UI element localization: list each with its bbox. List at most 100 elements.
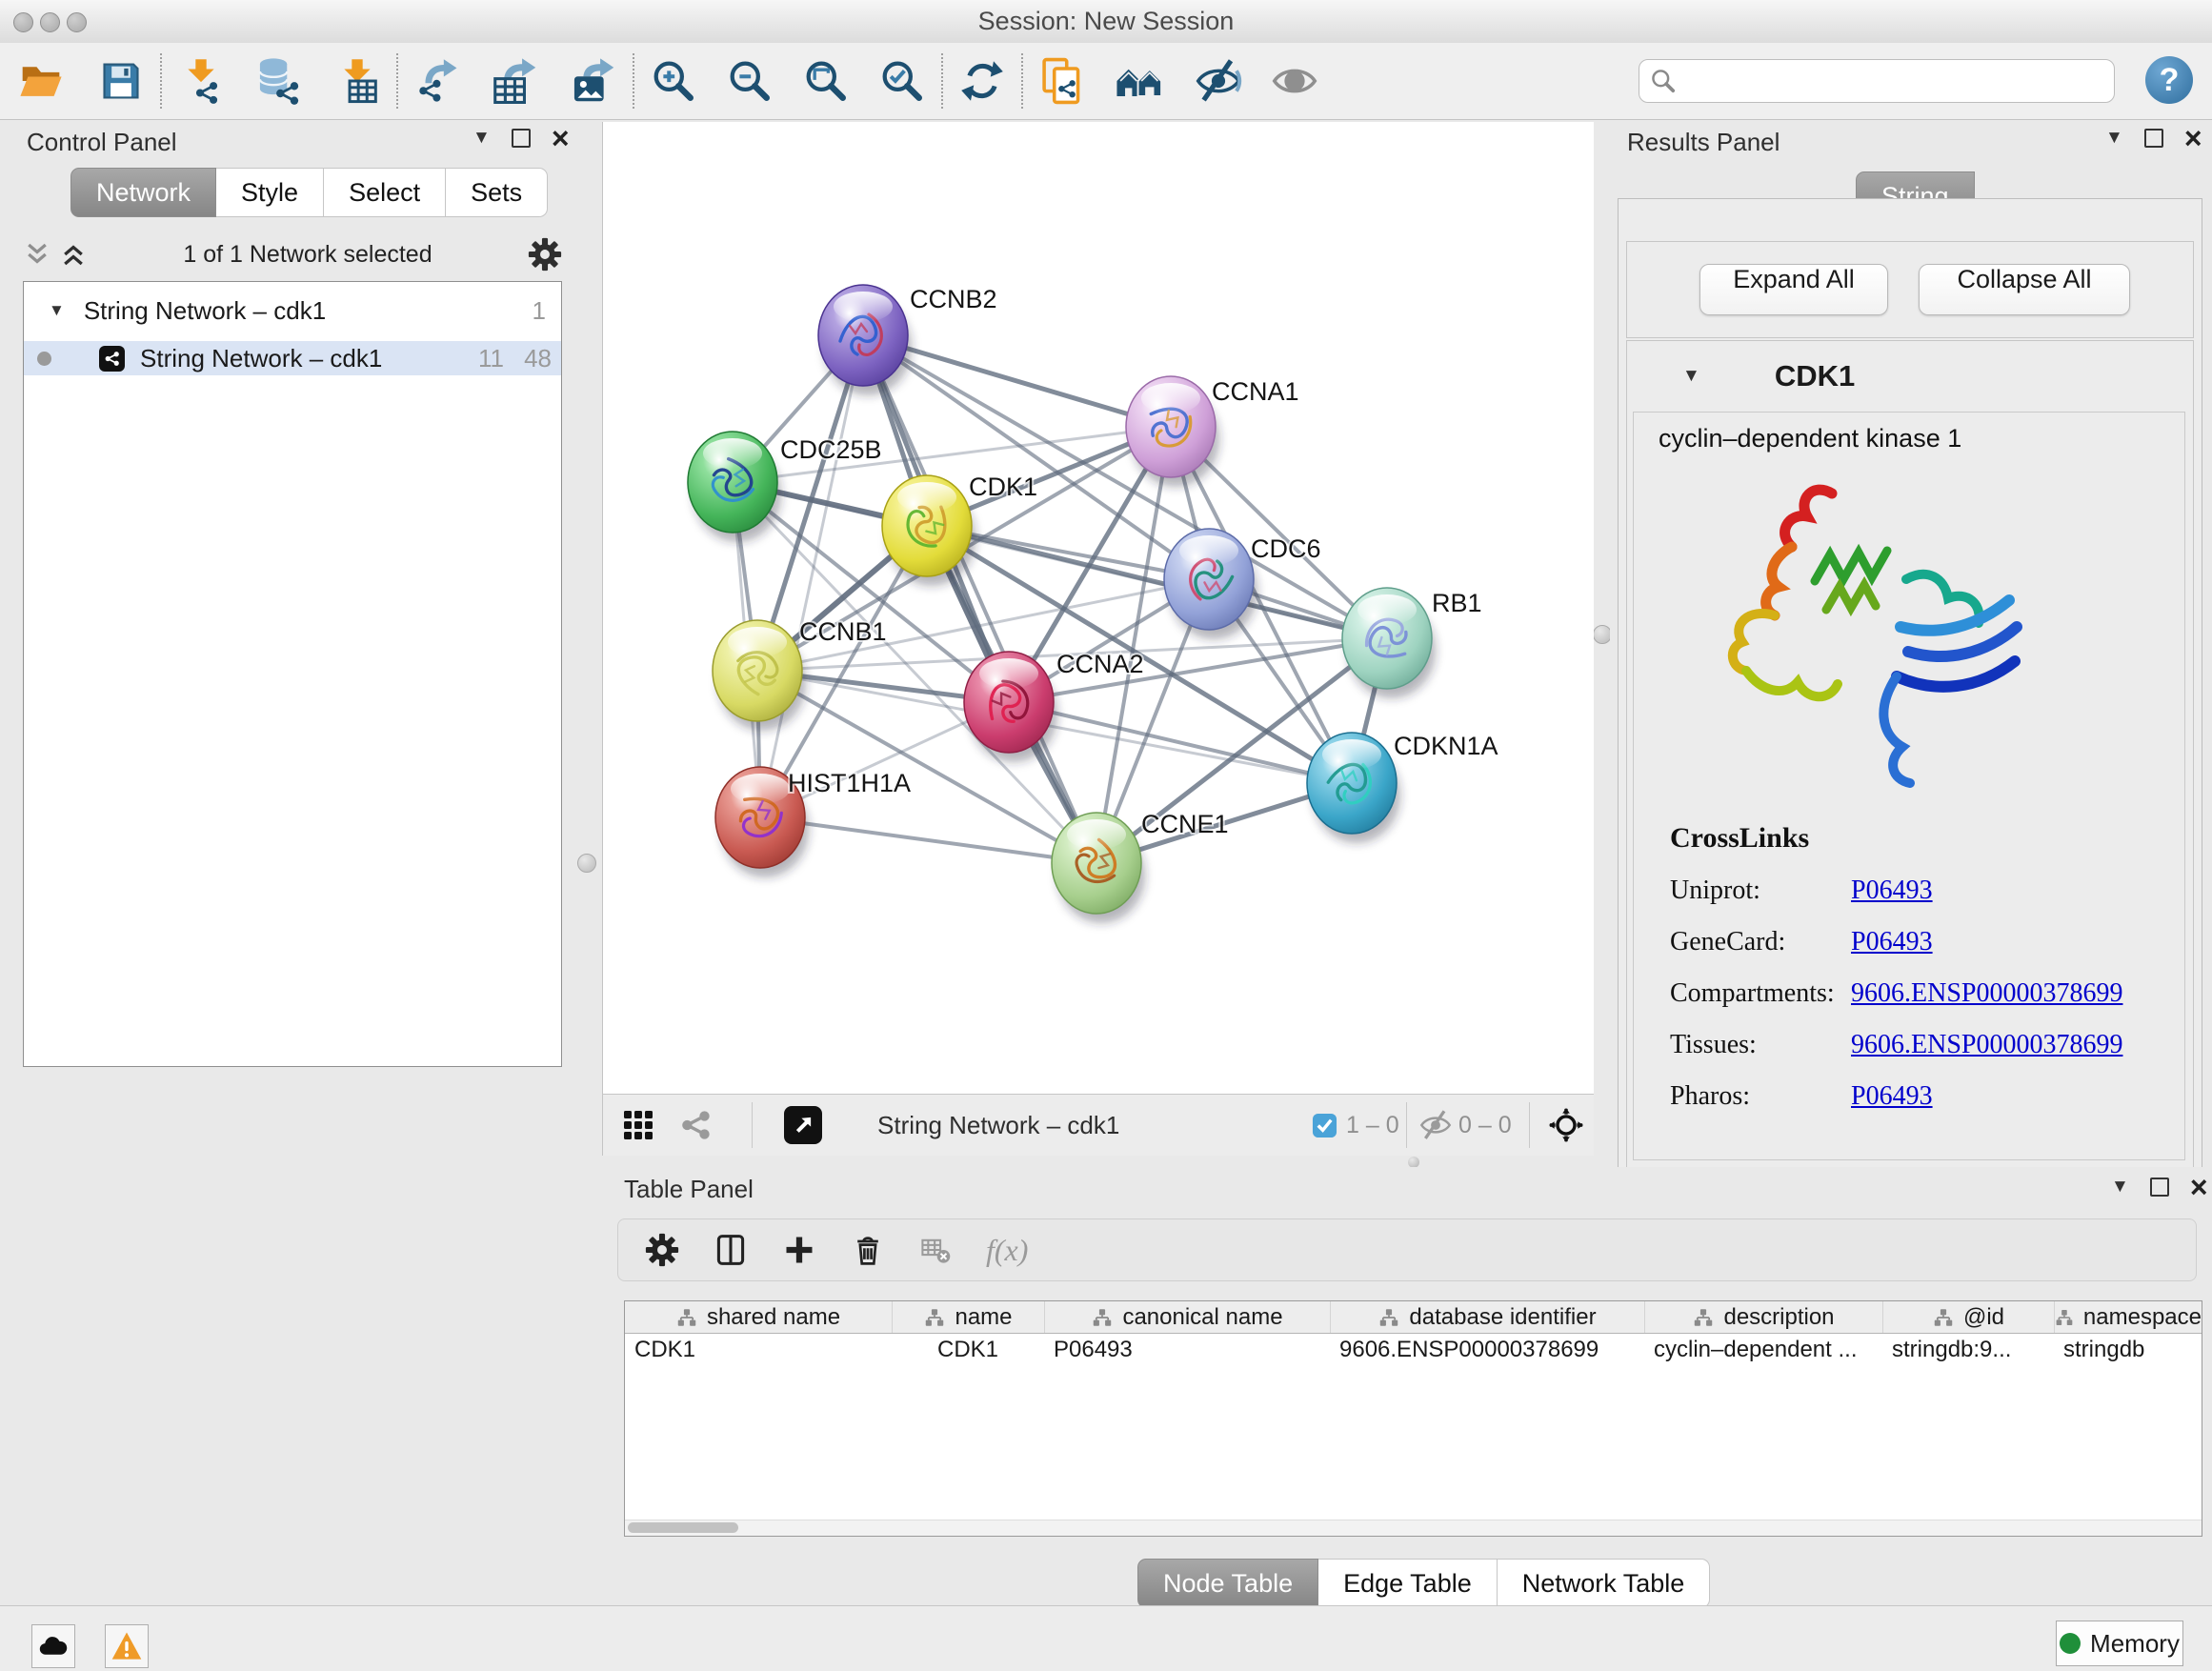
import-network-button[interactable] bbox=[173, 50, 229, 111]
right-splitter-handle[interactable] bbox=[1593, 625, 1612, 644]
table-cell[interactable]: cyclin–dependent ... bbox=[1644, 1334, 1882, 1365]
tab-node-table[interactable]: Node Table bbox=[1137, 1559, 1318, 1608]
network-edge-HIST1H1A-CCNE1[interactable] bbox=[760, 817, 1096, 863]
zoom-selected-button[interactable] bbox=[875, 50, 930, 111]
column-header-namespace[interactable]: namespace bbox=[2054, 1301, 2202, 1333]
table-cell[interactable]: CDK1 bbox=[892, 1334, 1044, 1365]
tab-style[interactable]: Style bbox=[216, 168, 324, 217]
search-input[interactable] bbox=[1685, 67, 2104, 95]
left-splitter-handle[interactable] bbox=[577, 854, 596, 873]
network-node-RB1[interactable] bbox=[1342, 588, 1436, 698]
column-header-database-identifier[interactable]: database identifier bbox=[1330, 1301, 1644, 1333]
memory-button[interactable]: Memory bbox=[2056, 1621, 2183, 1666]
zoom-out-button[interactable] bbox=[722, 50, 777, 111]
network-node-CDK1[interactable] bbox=[882, 475, 975, 586]
zoom-in-button[interactable] bbox=[646, 50, 701, 111]
selected-nodes-checkbox[interactable] bbox=[1312, 1095, 1337, 1156]
network-graph[interactable]: CCNB2CCNA1CDC25BCDK1CDC6RB1CCNB1CCNA2CDK… bbox=[603, 122, 1594, 1094]
table-cell[interactable]: stringdb bbox=[2054, 1334, 2202, 1365]
column-header-name[interactable]: name bbox=[892, 1301, 1044, 1333]
crosslink-link[interactable]: 9606.ENSP00000378699 bbox=[1851, 1030, 2122, 1060]
column-header-shared-name[interactable]: shared name bbox=[625, 1301, 892, 1333]
delete-column-trash-icon[interactable] bbox=[851, 1233, 885, 1267]
crosslink-link[interactable]: P06493 bbox=[1851, 876, 1933, 906]
network-node-CDC6[interactable] bbox=[1164, 529, 1257, 639]
import-network-from-database-button[interactable] bbox=[251, 50, 307, 111]
network-edge-CCNA2-CDKN1A[interactable] bbox=[1009, 702, 1352, 783]
table-cell[interactable]: P06493 bbox=[1044, 1334, 1330, 1365]
import-table-button[interactable] bbox=[330, 50, 385, 111]
warnings-button[interactable] bbox=[105, 1624, 149, 1668]
table-panel-collapse-icon[interactable]: ▼ bbox=[2111, 1177, 2129, 1198]
cloud-status-button[interactable] bbox=[31, 1624, 75, 1668]
scrollbar-thumb[interactable] bbox=[628, 1522, 738, 1533]
export-network-button[interactable] bbox=[410, 50, 465, 111]
table-horizontal-scrollbar[interactable] bbox=[625, 1520, 2202, 1536]
results-panel-collapse-icon[interactable]: ▼ bbox=[2105, 128, 2123, 149]
results-panel-float-icon[interactable] bbox=[2144, 129, 2163, 148]
table-cell[interactable]: 9606.ENSP00000378699 bbox=[1330, 1334, 1644, 1365]
save-session-button[interactable] bbox=[93, 50, 149, 111]
tab-sets[interactable]: Sets bbox=[446, 168, 548, 217]
collapse-all-tree-icon[interactable] bbox=[59, 240, 88, 269]
table-options-gear-icon[interactable] bbox=[645, 1233, 679, 1267]
table-row[interactable]: CDK1CDK1P064939606.ENSP00000378699cyclin… bbox=[625, 1334, 2202, 1365]
create-column-plus-icon[interactable] bbox=[782, 1233, 816, 1267]
export-table-button[interactable] bbox=[488, 50, 543, 111]
apply-layout-button[interactable] bbox=[955, 50, 1010, 111]
export-image-button[interactable] bbox=[566, 50, 621, 111]
hidden-items-indicator[interactable] bbox=[1418, 1095, 1453, 1156]
tab-network-table[interactable]: Network Table bbox=[1498, 1559, 1711, 1608]
function-builder-button[interactable]: f(x) bbox=[986, 1233, 1028, 1268]
network-collection-row[interactable]: ▼ String Network – cdk1 1 bbox=[24, 293, 561, 328]
control-panel-collapse-icon[interactable]: ▼ bbox=[473, 128, 491, 149]
network-row-selected[interactable]: String Network – cdk1 11 48 bbox=[24, 341, 561, 375]
column-header-canonical-name[interactable]: canonical name bbox=[1044, 1301, 1330, 1333]
help-button[interactable]: ? bbox=[2145, 56, 2193, 104]
network-edge-CCNB2-HIST1H1A[interactable] bbox=[760, 335, 863, 817]
home-networks-button[interactable] bbox=[1113, 50, 1168, 111]
network-node-CDC25B[interactable] bbox=[688, 432, 781, 542]
network-node-CCNB2[interactable] bbox=[818, 285, 912, 395]
node-result-header[interactable]: ▼ CDK1 bbox=[1627, 341, 2193, 412]
duplicate-network-button[interactable] bbox=[1035, 50, 1090, 111]
show-columns-icon[interactable] bbox=[714, 1233, 748, 1267]
column-header-@id[interactable]: @id bbox=[1882, 1301, 2054, 1333]
zoom-fit-button[interactable] bbox=[798, 50, 854, 111]
results-panel-close-icon[interactable]: × bbox=[2184, 129, 2202, 148]
network-options-gear-icon[interactable] bbox=[528, 237, 562, 272]
table-panel-float-icon[interactable] bbox=[2150, 1178, 2169, 1197]
network-node-CCNE1[interactable] bbox=[1052, 813, 1145, 923]
node-table[interactable]: shared namenamecanonical namedatabase id… bbox=[624, 1300, 2202, 1537]
crosslink-link[interactable]: P06493 bbox=[1851, 1081, 1933, 1112]
table-cell[interactable]: CDK1 bbox=[625, 1334, 892, 1365]
expand-all-button[interactable]: Expand All bbox=[1699, 264, 1888, 315]
delete-table-icon[interactable] bbox=[919, 1234, 952, 1266]
hide-unhide-button[interactable] bbox=[1191, 50, 1246, 111]
crosslink-link[interactable]: 9606.ENSP00000378699 bbox=[1851, 978, 2122, 1009]
network-canvas[interactable]: CCNB2CCNA1CDC25BCDK1CDC6RB1CCNB1CCNA2CDK… bbox=[602, 122, 1594, 1094]
collapse-all-button[interactable]: Collapse All bbox=[1919, 264, 2130, 315]
column-header-description[interactable]: description bbox=[1644, 1301, 1882, 1333]
control-panel-float-icon[interactable] bbox=[512, 129, 531, 148]
pan-target-button[interactable] bbox=[1548, 1095, 1584, 1156]
collection-expander-icon[interactable]: ▼ bbox=[49, 301, 65, 320]
grid-view-button[interactable] bbox=[622, 1095, 654, 1156]
table-panel-close-icon[interactable]: × bbox=[2190, 1178, 2208, 1197]
network-node-CCNA1[interactable] bbox=[1126, 376, 1219, 487]
node-result-expander-icon[interactable]: ▼ bbox=[1682, 366, 1700, 387]
birdseye-view-button[interactable] bbox=[784, 1095, 822, 1156]
crosslink-link[interactable]: P06493 bbox=[1851, 927, 1933, 957]
tab-network[interactable]: Network bbox=[70, 168, 216, 217]
network-view-toggle-button[interactable] bbox=[677, 1095, 714, 1156]
table-cell[interactable]: stringdb:9... bbox=[1882, 1334, 2054, 1365]
tab-edge-table[interactable]: Edge Table bbox=[1318, 1559, 1498, 1608]
network-node-CCNB1[interactable] bbox=[713, 620, 806, 731]
show-graphics-button[interactable] bbox=[1267, 50, 1322, 111]
network-node-CCNA2[interactable] bbox=[964, 652, 1057, 762]
expand-all-tree-icon[interactable] bbox=[23, 240, 51, 269]
control-panel-close-icon[interactable]: × bbox=[552, 129, 570, 148]
tab-select[interactable]: Select bbox=[324, 168, 446, 217]
network-node-CDKN1A[interactable] bbox=[1307, 733, 1400, 843]
open-session-button[interactable] bbox=[13, 50, 69, 111]
